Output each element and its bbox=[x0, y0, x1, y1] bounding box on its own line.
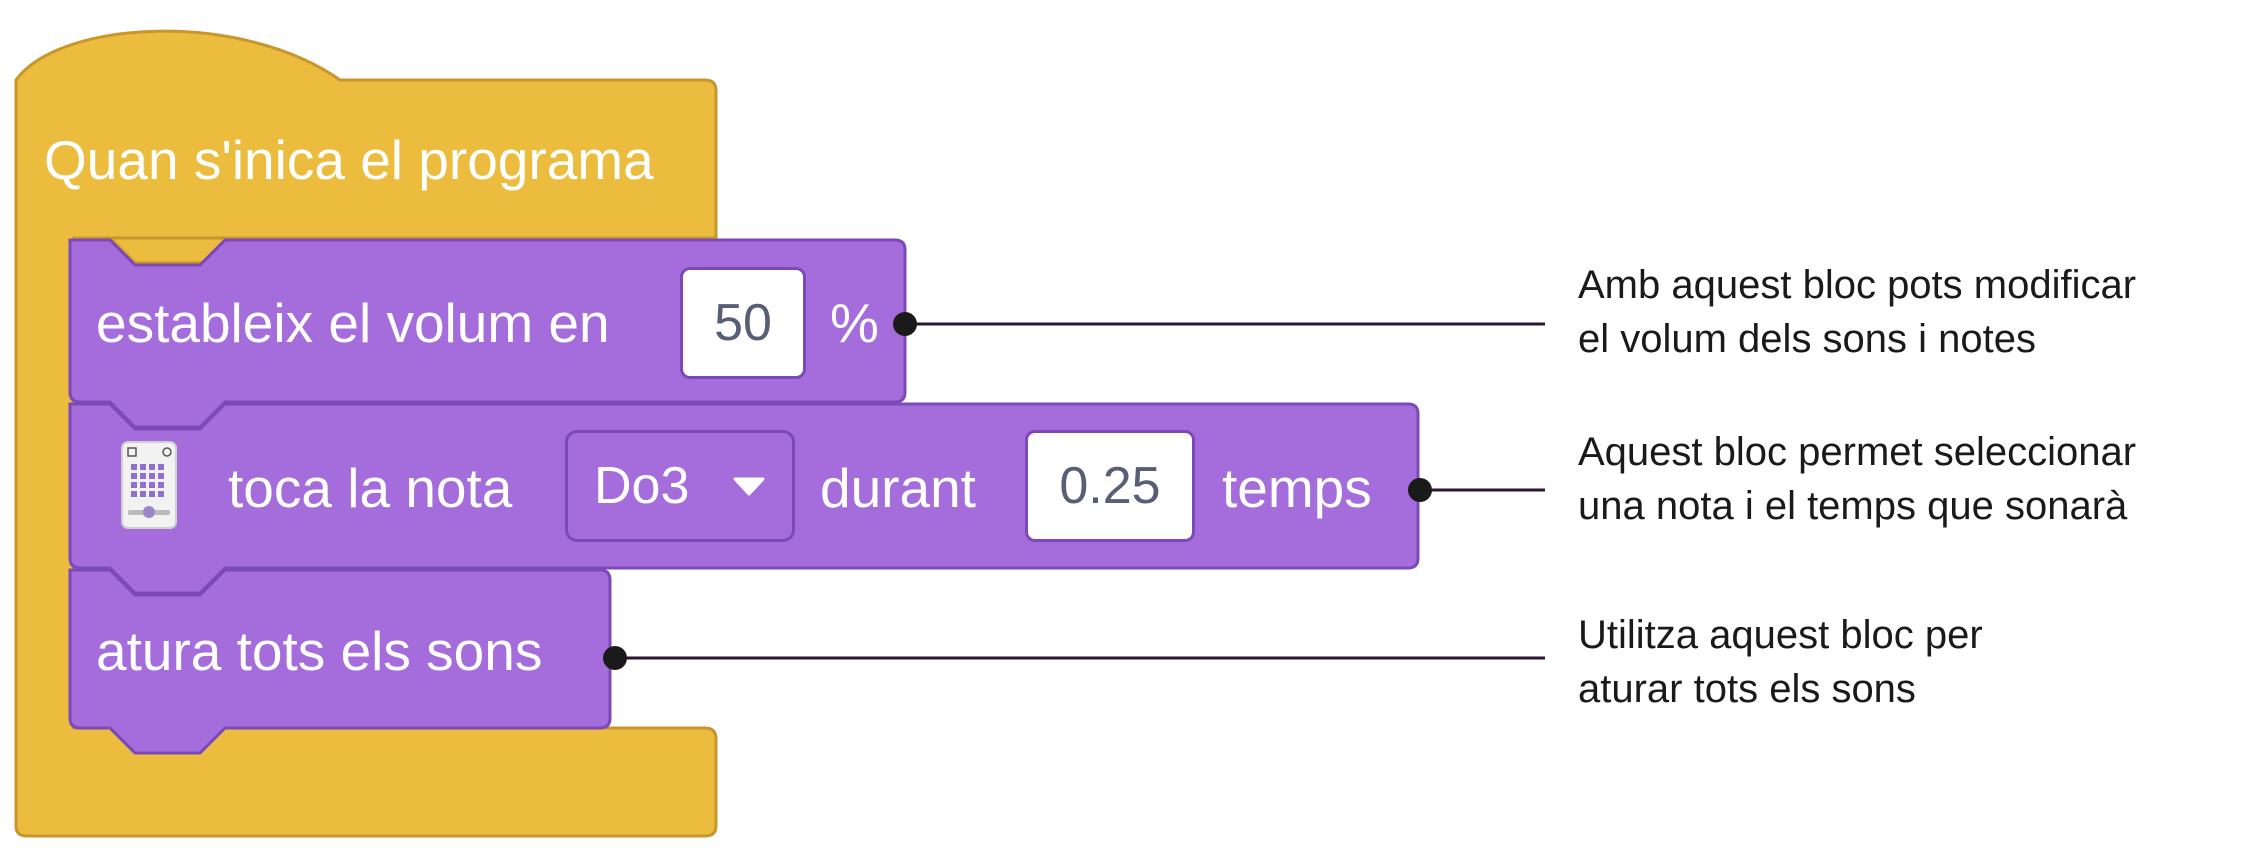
note-dropdown[interactable]: Do3 bbox=[565, 430, 795, 542]
chevron-down-icon bbox=[733, 477, 765, 496]
hat-block-label: Quan s'inica el programa bbox=[44, 129, 654, 191]
annotation-stop-sounds: Utilitza aquest bloc per aturar tots els… bbox=[1578, 608, 1983, 716]
annotation-stop-sounds-line-1: Utilitza aquest bloc per bbox=[1578, 613, 1983, 657]
leader-dot-1 bbox=[893, 312, 917, 336]
play-note-duration-label: durant bbox=[820, 457, 976, 519]
volume-value-input[interactable]: 50 bbox=[680, 267, 806, 379]
annotation-volume: Amb aquest bloc pots modificar el volum … bbox=[1578, 258, 2136, 366]
annotation-volume-line-1: Amb aquest bloc pots modificar bbox=[1578, 263, 2137, 307]
microbit-board-icon bbox=[120, 440, 178, 535]
note-duration-input[interactable]: 0.25 bbox=[1025, 430, 1195, 542]
annotation-play-note-line-2: una nota i el temps que sonarà bbox=[1578, 484, 2128, 528]
set-volume-label: estableix el volum en bbox=[96, 292, 610, 354]
volume-percent-label: % bbox=[830, 292, 879, 354]
note-dropdown-value: Do3 bbox=[594, 457, 690, 515]
annotation-stop-sounds-line-2: aturar tots els sons bbox=[1578, 667, 1916, 711]
annotation-volume-line-2: el volum dels sons i notes bbox=[1578, 317, 2037, 361]
stop-sounds-label: atura tots els sons bbox=[96, 620, 543, 682]
annotation-play-note: Aquest bloc permet seleccionar una nota … bbox=[1578, 425, 2136, 533]
leader-dot-3 bbox=[603, 646, 627, 670]
play-note-beats-label: temps bbox=[1222, 457, 1372, 519]
leader-dot-2 bbox=[1408, 478, 1432, 502]
annotation-play-note-line-1: Aquest bloc permet seleccionar bbox=[1578, 430, 2137, 474]
play-note-label: toca la nota bbox=[228, 457, 513, 519]
